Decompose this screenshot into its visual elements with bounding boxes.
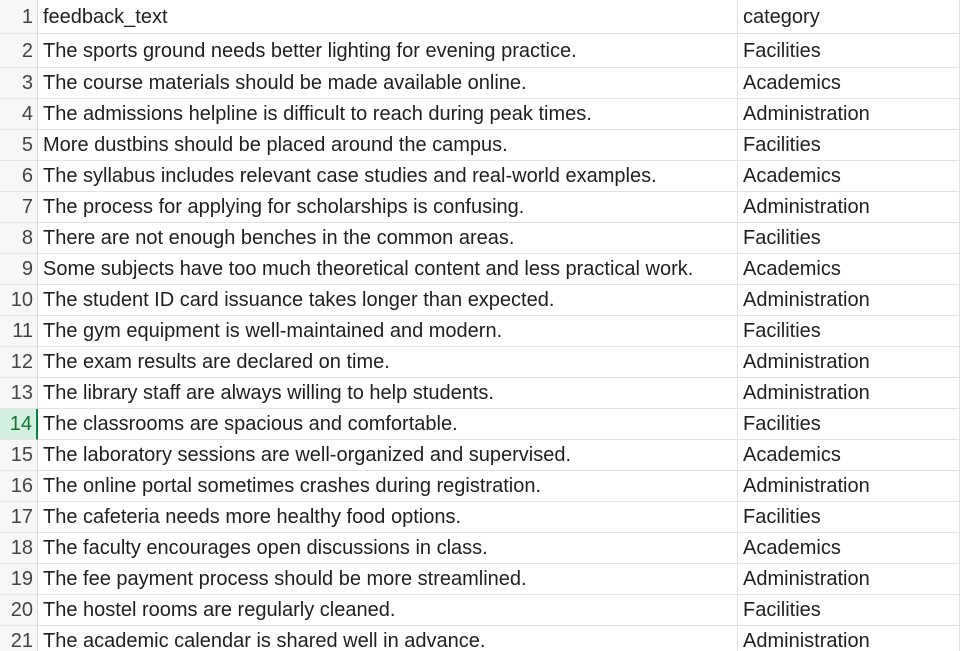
cell-category[interactable]: Academics <box>738 533 960 564</box>
cell-category[interactable]: Administration <box>738 378 960 409</box>
table-row: 10 The student ID card issuance takes lon… <box>0 285 960 316</box>
cell-category[interactable]: Administration <box>738 192 960 223</box>
cell-feedback-text[interactable]: The academic calendar is shared well in … <box>38 626 738 651</box>
table-row: 19 The fee payment process should be more… <box>0 564 960 595</box>
row-number[interactable]: 18 <box>0 533 38 564</box>
table-row: 4 The admissions helpline is difficult to… <box>0 99 960 130</box>
cell-category[interactable]: Facilities <box>738 502 960 533</box>
cell-feedback-text[interactable]: The exam results are declared on time. <box>38 347 738 378</box>
row-number[interactable]: 16 <box>0 471 38 502</box>
cell-feedback-text[interactable]: The student ID card issuance takes longe… <box>38 285 738 316</box>
cell-feedback-text[interactable]: The sports ground needs better lighting … <box>38 34 738 68</box>
row-number[interactable]: 13 <box>0 378 38 409</box>
table-row: 3 The course materials should be made ava… <box>0 68 960 99</box>
cell-feedback-text[interactable]: The faculty encourages open discussions … <box>38 533 738 564</box>
table-row: 21 The academic calendar is shared well i… <box>0 626 960 651</box>
cell-category[interactable]: Facilities <box>738 130 960 161</box>
table-row: 6 The syllabus includes relevant case stu… <box>0 161 960 192</box>
header-row: 1 feedback_text category <box>0 0 960 34</box>
cell-category[interactable]: Academics <box>738 161 960 192</box>
table-row: 7 The process for applying for scholarshi… <box>0 192 960 223</box>
cell-category[interactable]: Administration <box>738 347 960 378</box>
row-number[interactable]: 8 <box>0 223 38 254</box>
cell-feedback-text[interactable]: The classrooms are spacious and comforta… <box>38 409 738 440</box>
cell-category[interactable]: Facilities <box>738 223 960 254</box>
row-number[interactable]: 20 <box>0 595 38 626</box>
cell-category[interactable]: Administration <box>738 99 960 130</box>
row-number[interactable]: 7 <box>0 192 38 223</box>
cell-header-category[interactable]: category <box>738 0 960 34</box>
cell-category[interactable]: Administration <box>738 626 960 651</box>
cell-feedback-text[interactable]: Some subjects have too much theoretical … <box>38 254 738 285</box>
cell-category[interactable]: Administration <box>738 564 960 595</box>
row-number[interactable]: 17 <box>0 502 38 533</box>
cell-category[interactable]: Academics <box>738 68 960 99</box>
table-row: 12 The exam results are declared on time.… <box>0 347 960 378</box>
cell-feedback-text[interactable]: The admissions helpline is difficult to … <box>38 99 738 130</box>
cell-category[interactable]: Academics <box>738 440 960 471</box>
data-rows: 2 The sports ground needs better lighting… <box>0 34 960 651</box>
table-row: 15 The laboratory sessions are well-organ… <box>0 440 960 471</box>
row-number[interactable]: 19 <box>0 564 38 595</box>
table-row: 17 The cafeteria needs more healthy food … <box>0 502 960 533</box>
cell-feedback-text[interactable]: More dustbins should be placed around th… <box>38 130 738 161</box>
cell-feedback-text[interactable]: The syllabus includes relevant case stud… <box>38 161 738 192</box>
cell-category[interactable]: Facilities <box>738 409 960 440</box>
table-row: 18 The faculty encourages open discussion… <box>0 533 960 564</box>
row-number[interactable]: 21 <box>0 626 38 651</box>
cell-category[interactable]: Facilities <box>738 595 960 626</box>
table-row: 9 Some subjects have too much theoretical… <box>0 254 960 285</box>
cell-feedback-text[interactable]: The online portal sometimes crashes duri… <box>38 471 738 502</box>
cell-feedback-text[interactable]: There are not enough benches in the comm… <box>38 223 738 254</box>
row-number[interactable]: 11 <box>0 316 38 347</box>
table-row: 2 The sports ground needs better lighting… <box>0 34 960 68</box>
cell-feedback-text[interactable]: The hostel rooms are regularly cleaned. <box>38 595 738 626</box>
cell-feedback-text[interactable]: The gym equipment is well-maintained and… <box>38 316 738 347</box>
table-row: 20 The hostel rooms are regularly cleaned… <box>0 595 960 626</box>
table-row: 11 The gym equipment is well-maintained a… <box>0 316 960 347</box>
table-row: 8 There are not enough benches in the com… <box>0 223 960 254</box>
cell-category[interactable]: Administration <box>738 285 960 316</box>
row-number[interactable]: 10 <box>0 285 38 316</box>
table-row: 13 The library staff are always willing t… <box>0 378 960 409</box>
row-number[interactable]: 14 <box>0 409 38 440</box>
cell-category[interactable]: Facilities <box>738 316 960 347</box>
cell-category[interactable]: Facilities <box>738 34 960 68</box>
table-row: 14 The classrooms are spacious and comfor… <box>0 409 960 440</box>
row-number[interactable]: 9 <box>0 254 38 285</box>
row-number[interactable]: 4 <box>0 99 38 130</box>
cell-feedback-text[interactable]: The laboratory sessions are well-organiz… <box>38 440 738 471</box>
cell-feedback-text[interactable]: The fee payment process should be more s… <box>38 564 738 595</box>
row-number[interactable]: 12 <box>0 347 38 378</box>
table-row: 16 The online portal sometimes crashes du… <box>0 471 960 502</box>
cell-category[interactable]: Academics <box>738 254 960 285</box>
row-number[interactable]: 2 <box>0 34 38 68</box>
cell-feedback-text[interactable]: The process for applying for scholarship… <box>38 192 738 223</box>
cell-header-feedback-text[interactable]: feedback_text <box>38 0 738 34</box>
row-number[interactable]: 5 <box>0 130 38 161</box>
cell-feedback-text[interactable]: The library staff are always willing to … <box>38 378 738 409</box>
cell-feedback-text[interactable]: The course materials should be made avai… <box>38 68 738 99</box>
row-number[interactable]: 1 <box>0 0 38 34</box>
table-row: 5 More dustbins should be placed around t… <box>0 130 960 161</box>
cell-feedback-text[interactable]: The cafeteria needs more healthy food op… <box>38 502 738 533</box>
row-number[interactable]: 6 <box>0 161 38 192</box>
spreadsheet-grid: 1 feedback_text category 2 The sports gro… <box>0 0 960 651</box>
row-number[interactable]: 3 <box>0 68 38 99</box>
row-number[interactable]: 15 <box>0 440 38 471</box>
cell-category[interactable]: Administration <box>738 471 960 502</box>
